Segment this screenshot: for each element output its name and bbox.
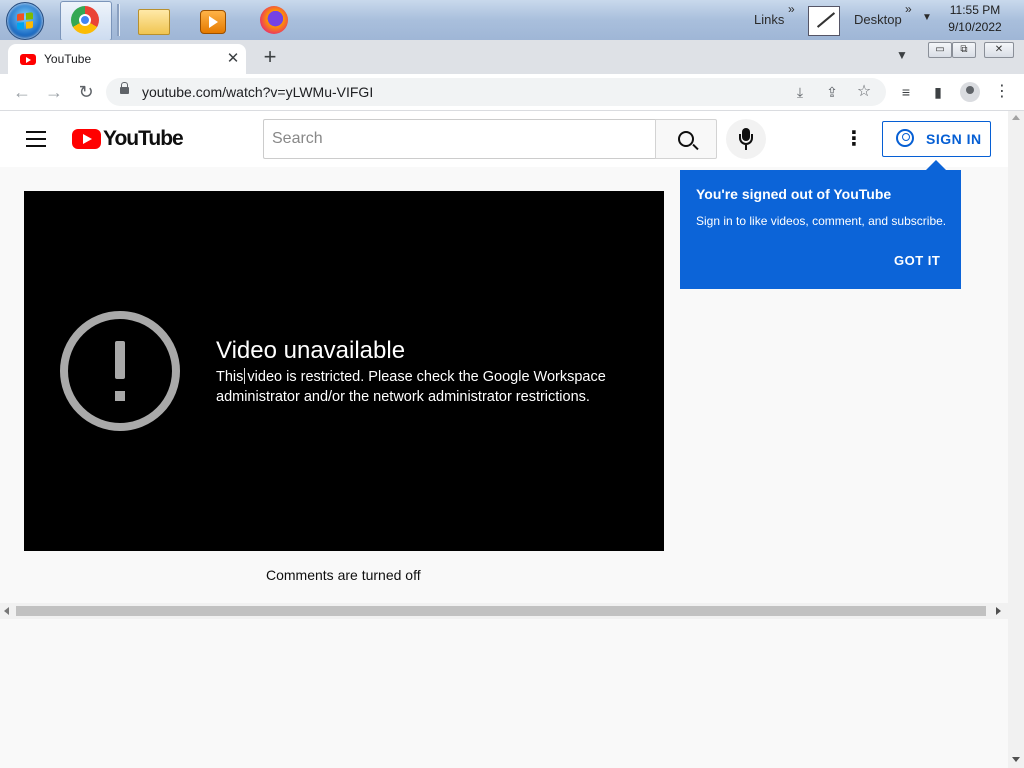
bookmark-star-icon[interactable]: ☆ bbox=[854, 82, 874, 102]
tooltip-title: You're signed out of YouTube bbox=[696, 186, 892, 202]
media-control-icon[interactable]: ≡ bbox=[896, 82, 916, 102]
voice-search-button[interactable] bbox=[726, 119, 766, 159]
taskbar-explorer-button[interactable] bbox=[130, 1, 178, 39]
window-restore-button[interactable]: ⧉ bbox=[952, 42, 976, 58]
chrome-icon bbox=[71, 6, 99, 34]
error-message: This video is restricted. Please check t… bbox=[216, 369, 606, 405]
taskbar-separator bbox=[117, 4, 120, 36]
error-title: Video unavailable bbox=[216, 337, 406, 364]
vertical-scrollbar[interactable] bbox=[1008, 111, 1024, 768]
window-close-button[interactable]: ✕ bbox=[984, 42, 1014, 58]
taskbar-chrome-button[interactable] bbox=[60, 1, 112, 41]
got-it-button[interactable]: GOT IT bbox=[894, 253, 940, 268]
tab-close-icon[interactable]: ✕ bbox=[224, 50, 242, 68]
links-chevron-icon[interactable]: » bbox=[788, 2, 795, 16]
new-tab-button[interactable]: + bbox=[258, 46, 282, 70]
media-player-icon bbox=[200, 10, 226, 34]
forward-arrow-icon[interactable]: → bbox=[42, 80, 66, 104]
scroll-right-arrow-icon[interactable] bbox=[996, 607, 1001, 615]
tray-expand-icon[interactable]: ▼ bbox=[922, 12, 932, 23]
window-minimize-button[interactable]: ▭ bbox=[928, 42, 952, 58]
firefox-icon bbox=[260, 6, 288, 34]
tab-title: YouTube bbox=[44, 52, 92, 66]
back-arrow-icon[interactable]: ← bbox=[10, 80, 34, 104]
horizontal-scrollbar[interactable] bbox=[0, 603, 1008, 619]
side-panel-icon[interactable]: ▮ bbox=[928, 82, 948, 102]
start-button[interactable] bbox=[6, 2, 44, 40]
tooltip-body: Sign in to like videos, comment, and sub… bbox=[696, 214, 947, 228]
install-app-icon[interactable]: ⤓ bbox=[790, 82, 810, 102]
tab-strip: YouTube ✕ + ▼ ▭ ⧉ ✕ bbox=[0, 40, 1024, 74]
sign-in-label: SIGN IN bbox=[926, 131, 982, 147]
share-icon[interactable]: ⇪ bbox=[822, 82, 842, 102]
lock-icon[interactable] bbox=[120, 82, 129, 94]
scroll-up-arrow-icon[interactable] bbox=[1012, 115, 1020, 120]
youtube-masthead: YouTube ⋮ SIGN IN bbox=[0, 111, 1008, 167]
search-icon bbox=[678, 131, 694, 147]
error-exclamation-icon bbox=[60, 311, 180, 431]
clock-time[interactable]: 11:55 PM bbox=[940, 3, 1010, 17]
video-player[interactable]: Video unavailable This video is restrict… bbox=[24, 191, 664, 551]
clock-date[interactable]: 9/10/2022 bbox=[940, 20, 1010, 34]
desktop-chevron-icon[interactable]: » bbox=[905, 2, 912, 16]
youtube-logo-text: YouTube bbox=[103, 127, 184, 150]
signed-out-tooltip: You're signed out of YouTube Sign in to … bbox=[680, 160, 961, 289]
taskbar-firefox-button[interactable] bbox=[250, 1, 298, 39]
scroll-left-arrow-icon[interactable] bbox=[4, 607, 9, 615]
profile-button[interactable] bbox=[960, 82, 980, 102]
taskbar-media-player-button[interactable] bbox=[188, 1, 236, 39]
youtube-favicon-icon bbox=[20, 54, 36, 65]
taskbar: Links » Desktop » ▼ 11:55 PM 9/10/2022 bbox=[0, 0, 1024, 41]
sign-in-button[interactable]: SIGN IN bbox=[882, 121, 991, 157]
desktop-toolbar-label[interactable]: Desktop bbox=[854, 12, 902, 27]
search-button[interactable] bbox=[655, 119, 717, 159]
text-cursor bbox=[244, 368, 245, 384]
youtube-play-logo-icon bbox=[72, 129, 101, 149]
tab-search-chevron-icon[interactable]: ▼ bbox=[896, 48, 908, 62]
windows-logo-icon bbox=[17, 12, 33, 30]
comments-status: Comments are turned off bbox=[266, 567, 421, 583]
url-text[interactable]: youtube.com/watch?v=yLWMu-VIFGI bbox=[142, 84, 373, 100]
browser-toolbar: ← → ↻ youtube.com/watch?v=yLWMu-VIFGI ⤓ … bbox=[0, 74, 1024, 111]
chrome-menu-icon[interactable]: ⋮ bbox=[992, 82, 1012, 102]
reload-icon[interactable]: ↻ bbox=[74, 80, 98, 104]
links-toolbar-label[interactable]: Links bbox=[754, 12, 784, 27]
address-bar[interactable]: youtube.com/watch?v=yLWMu-VIFGI ⤓ ⇪ ☆ bbox=[106, 78, 886, 106]
scroll-down-arrow-icon[interactable] bbox=[1012, 757, 1020, 762]
folder-icon bbox=[138, 9, 170, 35]
profile-avatar-icon bbox=[960, 82, 980, 102]
desktop-toolbar-icon[interactable] bbox=[808, 6, 840, 36]
account-circle-icon bbox=[896, 129, 914, 147]
guide-menu-icon[interactable] bbox=[26, 131, 46, 147]
settings-more-icon[interactable]: ⋮ bbox=[842, 129, 866, 151]
search-box bbox=[263, 119, 717, 159]
search-input[interactable] bbox=[263, 119, 655, 159]
horizontal-scroll-thumb[interactable] bbox=[16, 606, 986, 616]
tab-youtube[interactable]: YouTube ✕ bbox=[8, 44, 246, 74]
tooltip-caret bbox=[926, 160, 946, 170]
